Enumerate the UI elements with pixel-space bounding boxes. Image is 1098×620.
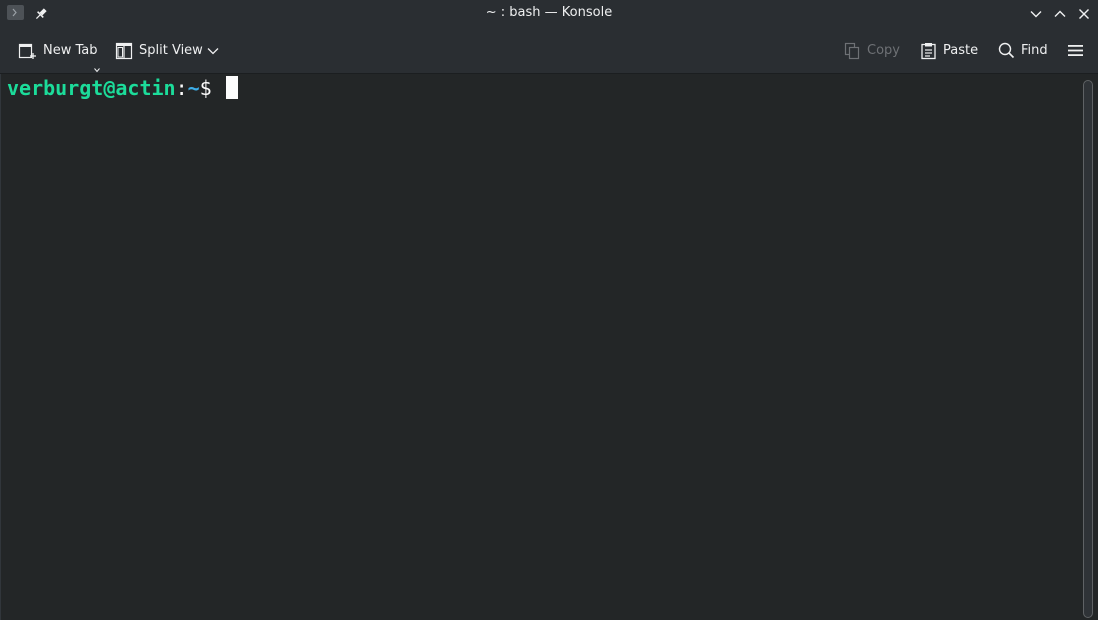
chevron-up-icon[interactable]	[1052, 6, 1068, 22]
chevron-down-icon	[206, 44, 220, 58]
new-tab-icon	[18, 42, 37, 60]
split-view-dropdown-button[interactable]	[206, 28, 220, 73]
paste-label: Paste	[943, 43, 979, 58]
text-cursor	[225, 76, 238, 99]
split-view-label: Split View	[139, 43, 203, 58]
prompt-user-host: verburgt@actin	[7, 76, 176, 100]
new-tab-dropdown-icon[interactable]	[94, 58, 100, 73]
title-bar: ~ : bash — Konsole	[0, 0, 1098, 28]
vertical-scrollbar[interactable]	[1078, 74, 1098, 620]
prompt-colon: :	[175, 76, 188, 100]
shell-prompt: verburgt@actin:~$	[7, 76, 238, 100]
main-toolbar: New Tab Split View Copy Paste Find	[0, 28, 1098, 74]
paste-icon	[920, 42, 937, 60]
konsole-window: ~ : bash — Konsole New Tab Split View Co…	[0, 0, 1098, 620]
window-title: ~ : bash — Konsole	[485, 5, 613, 20]
hamburger-menu-icon	[1067, 43, 1084, 58]
find-label: Find	[1021, 43, 1048, 58]
split-view-button[interactable]: Split View	[115, 28, 203, 73]
terminal-view[interactable]: verburgt@actin:~$	[0, 74, 1079, 620]
prompt-path: ~	[187, 76, 200, 100]
paste-button[interactable]: Paste	[920, 28, 978, 73]
new-tab-button[interactable]: New Tab	[18, 28, 98, 73]
copy-label: Copy	[867, 43, 900, 58]
copy-button[interactable]: Copy	[844, 28, 900, 73]
close-icon[interactable]	[1076, 6, 1092, 22]
copy-icon	[844, 42, 861, 60]
hamburger-menu-button[interactable]	[1067, 28, 1084, 73]
scrollbar-track[interactable]	[1083, 80, 1093, 618]
split-view-icon	[115, 42, 133, 60]
chevron-down-icon[interactable]	[1028, 6, 1044, 22]
prompt-dollar: $	[199, 76, 224, 100]
new-tab-label: New Tab	[43, 43, 98, 58]
search-icon	[998, 42, 1015, 59]
find-button[interactable]: Find	[998, 28, 1048, 73]
